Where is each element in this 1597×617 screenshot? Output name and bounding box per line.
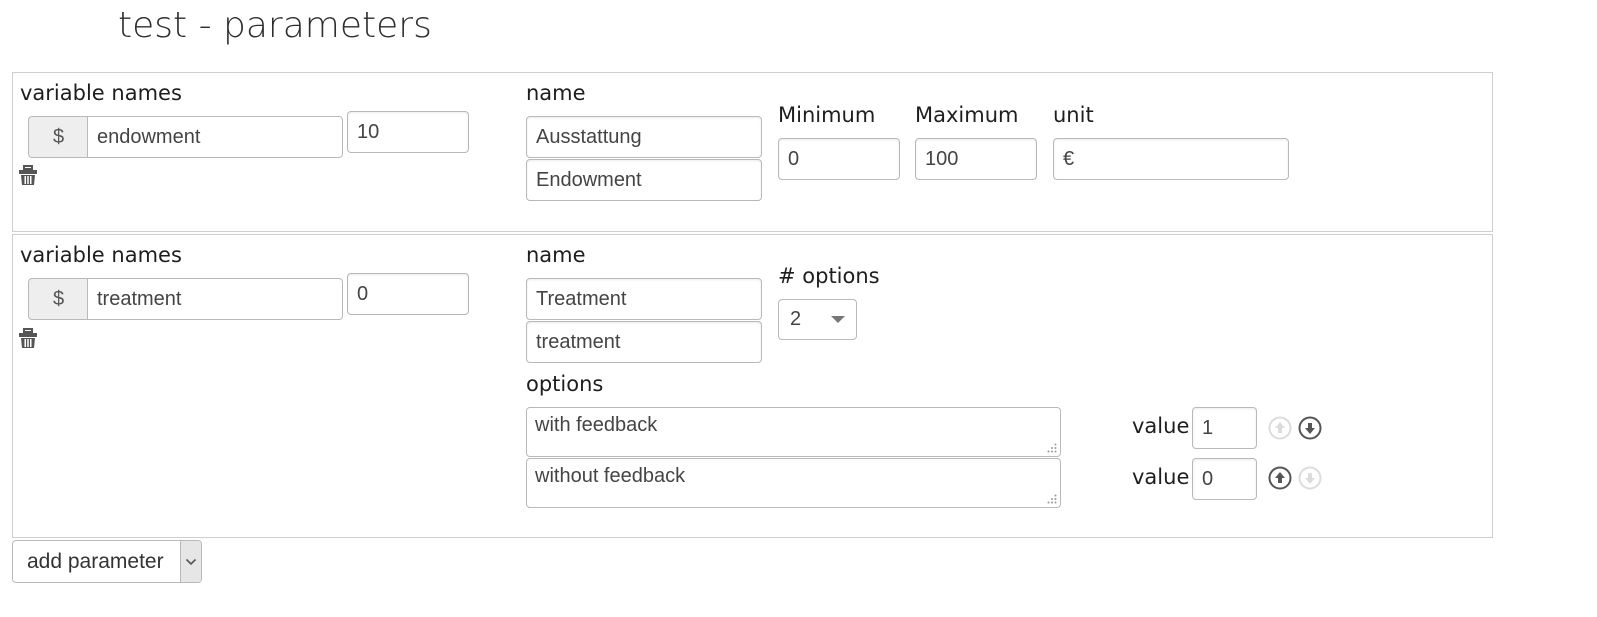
name-input-primary[interactable]: Ausstattung — [526, 116, 762, 158]
move-down-icon[interactable] — [1298, 466, 1322, 490]
maximum-label: Maximum — [915, 103, 1019, 127]
variable-name-input[interactable]: treatment — [87, 278, 343, 320]
name-input-primary[interactable]: Treatment — [526, 278, 762, 320]
variable-name-input[interactable]: endowment — [87, 116, 343, 158]
num-options-value: 2 — [790, 308, 802, 330]
trash-basket-icon[interactable] — [18, 328, 38, 350]
name-label: name — [526, 81, 586, 105]
minimum-label: Minimum — [778, 103, 876, 127]
move-up-icon[interactable] — [1268, 416, 1292, 440]
resize-grip-icon[interactable] — [1047, 494, 1057, 504]
resize-grip-icon[interactable] — [1047, 443, 1057, 453]
minimum-input[interactable]: 0 — [778, 138, 900, 180]
option-value-label: value — [1132, 465, 1190, 489]
chevron-down-icon — [831, 316, 845, 323]
unit-label: unit — [1053, 103, 1094, 127]
page-title: test - parameters — [118, 5, 432, 46]
chevron-down-icon — [185, 558, 196, 565]
variable-names-label: variable names — [20, 243, 182, 267]
variable-prefix-addon: $ — [28, 116, 88, 158]
trash-basket-icon[interactable] — [18, 165, 38, 187]
option-text-input[interactable]: without feedback — [526, 458, 1061, 508]
variable-prefix-addon: $ — [28, 278, 88, 320]
move-down-icon[interactable] — [1298, 416, 1322, 440]
name-label: name — [526, 243, 586, 267]
variable-names-label: variable names — [20, 81, 182, 105]
default-value-input[interactable]: 10 — [347, 111, 469, 153]
options-label: options — [526, 372, 604, 396]
option-text: with feedback — [535, 414, 658, 436]
option-text: without feedback — [535, 465, 686, 487]
add-parameter-dropdown-toggle[interactable] — [179, 541, 201, 582]
option-text-input[interactable]: with feedback — [526, 407, 1061, 457]
unit-input[interactable]: € — [1053, 138, 1289, 180]
add-parameter-button[interactable]: add parameter — [13, 541, 180, 582]
num-options-label: # options — [778, 264, 880, 288]
name-input-secondary[interactable]: treatment — [526, 321, 762, 363]
default-value-input[interactable]: 0 — [347, 273, 469, 315]
maximum-input[interactable]: 100 — [915, 138, 1037, 180]
option-value-input[interactable]: 0 — [1192, 458, 1257, 500]
add-parameter-button-group: add parameter — [12, 540, 202, 583]
move-up-icon[interactable] — [1268, 466, 1292, 490]
num-options-select[interactable]: 2 — [778, 299, 857, 340]
name-input-secondary[interactable]: Endowment — [526, 159, 762, 201]
option-value-input[interactable]: 1 — [1192, 407, 1257, 449]
option-value-label: value — [1132, 414, 1190, 438]
